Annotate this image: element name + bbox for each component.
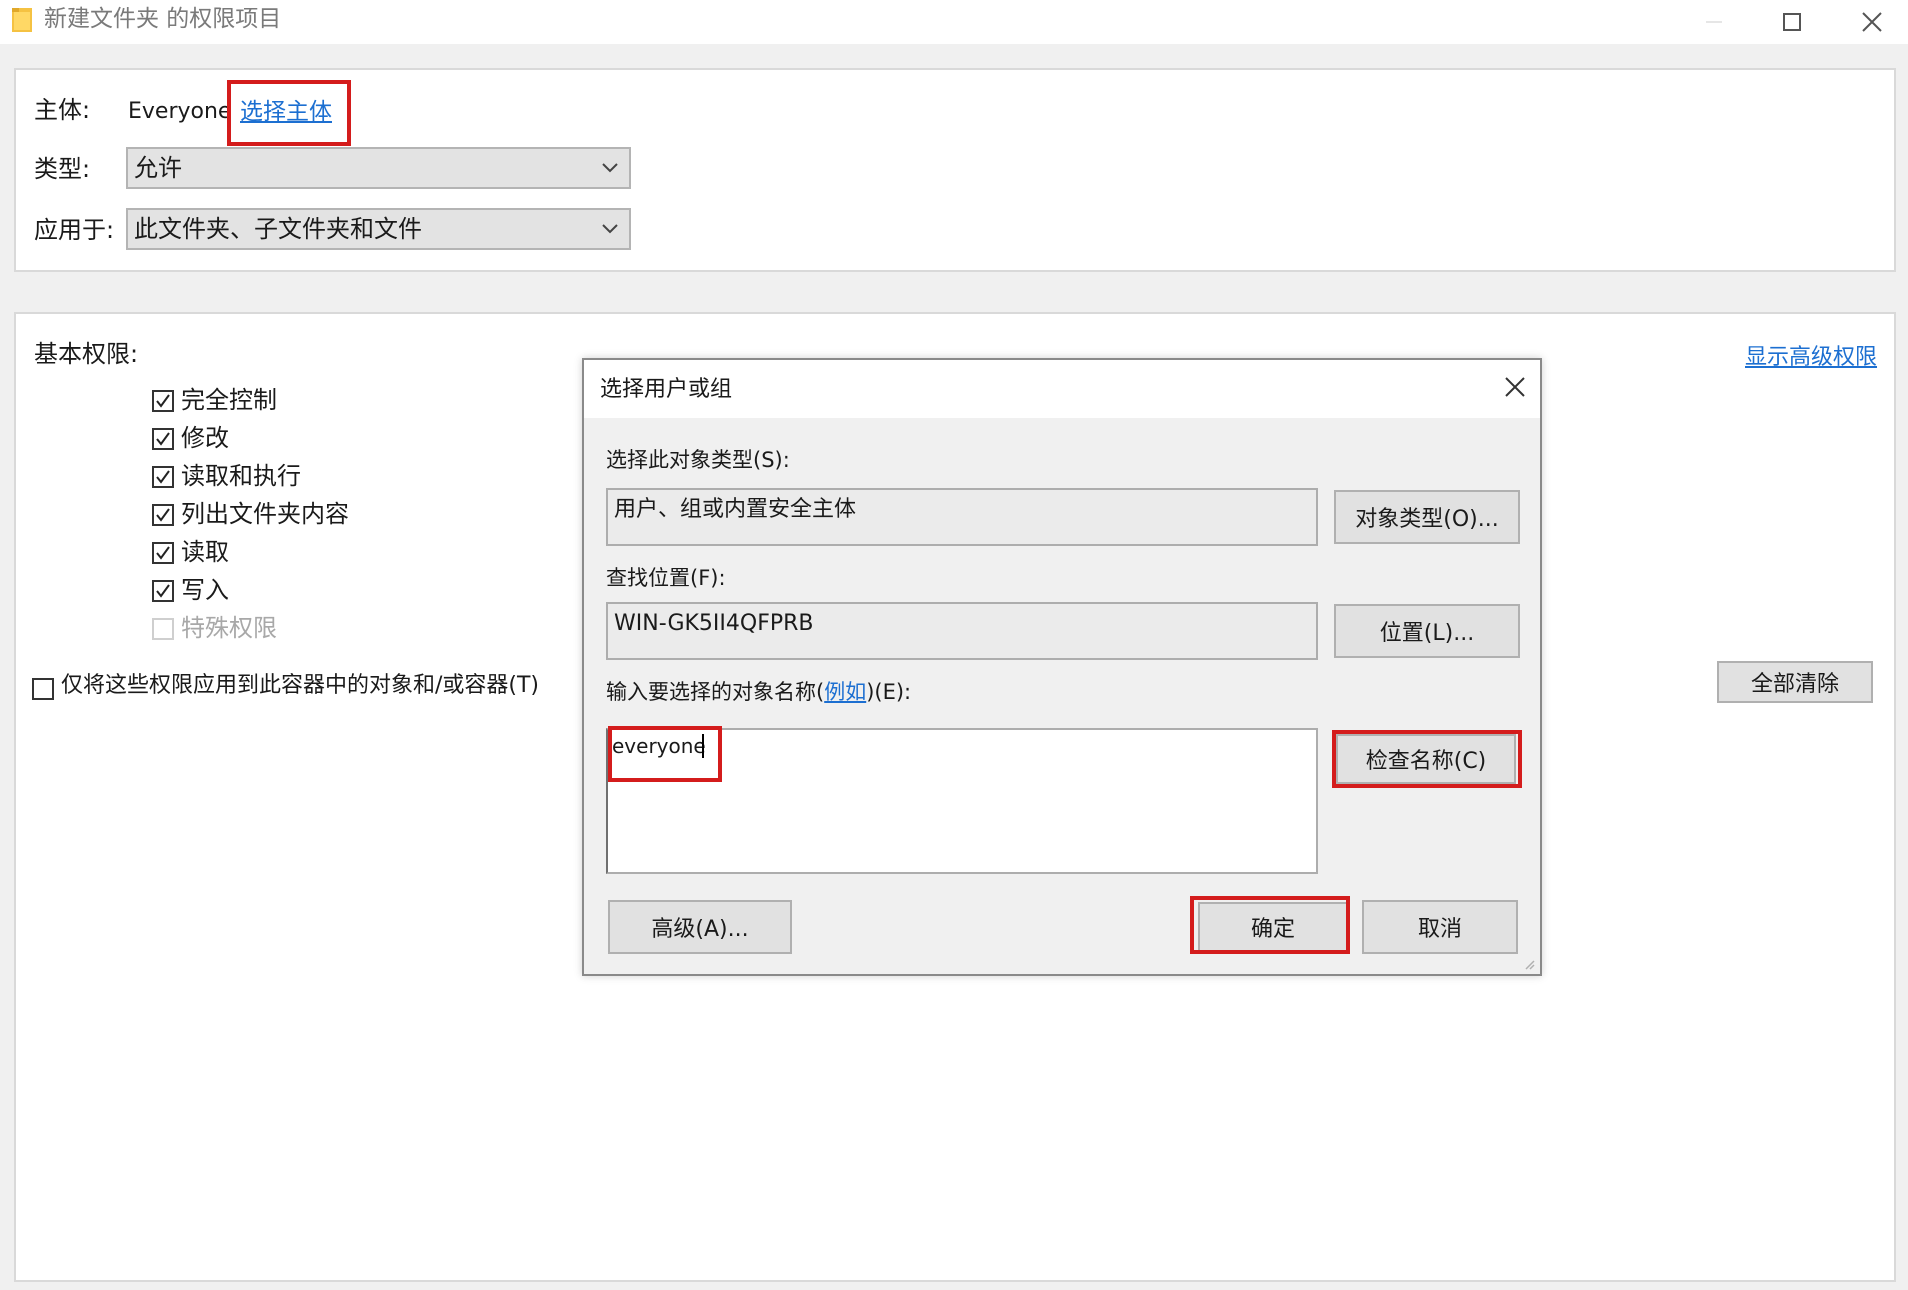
close-button[interactable]	[1832, 0, 1908, 44]
checkbox-special-permissions	[152, 618, 174, 640]
object-names-input[interactable]: everyone	[606, 728, 1318, 874]
object-type-field: 用户、组或内置安全主体	[606, 488, 1318, 546]
resize-grip-icon[interactable]	[1522, 956, 1536, 970]
object-names-value: everyone	[612, 734, 706, 758]
dialog-title: 选择用户或组	[600, 377, 733, 402]
chevron-down-icon	[602, 224, 618, 234]
window-title: 新建文件夹 的权限项目	[44, 6, 282, 32]
select-users-dialog: 选择用户或组 选择此对象类型(S): 用户、组或内置安全主体 对象类型(O)..…	[582, 358, 1542, 976]
type-label: 类型:	[34, 155, 91, 183]
checkbox-list-folder[interactable]	[152, 504, 174, 526]
apply-only-label: 仅将这些权限应用到此容器中的对象和/或容器(T)	[61, 673, 540, 698]
permission-label: 特殊权限	[181, 614, 277, 642]
ok-button[interactable]: 确定	[1198, 902, 1348, 952]
close-icon	[1505, 377, 1525, 397]
text-cursor	[702, 734, 704, 758]
object-type-value: 用户、组或内置安全主体	[614, 497, 857, 522]
object-types-button[interactable]: 对象类型(O)...	[1334, 490, 1520, 544]
clear-all-button[interactable]: 全部清除	[1717, 661, 1873, 703]
permission-label: 读取	[181, 538, 229, 566]
dialog-close-button[interactable]	[1502, 374, 1530, 402]
minimize-button[interactable]	[1674, 0, 1754, 44]
applies-to-label: 应用于:	[34, 216, 115, 244]
object-names-label-suffix: )(E):	[866, 680, 912, 704]
location-label: 查找位置(F):	[606, 566, 726, 590]
check-names-button[interactable]: 检查名称(C)	[1336, 734, 1516, 784]
permission-label: 列出文件夹内容	[181, 500, 349, 528]
maximize-button[interactable]	[1752, 0, 1832, 44]
type-select[interactable]: 允许	[126, 147, 631, 189]
checkbox-modify[interactable]	[152, 428, 174, 450]
principal-value: Everyone	[128, 99, 232, 124]
folder-icon	[12, 6, 32, 32]
advanced-button[interactable]: 高级(A)...	[608, 900, 792, 954]
checkbox-full-control[interactable]	[152, 390, 174, 412]
principal-label: 主体:	[34, 96, 91, 124]
checkbox-read[interactable]	[152, 542, 174, 564]
permission-label: 读取和执行	[181, 462, 301, 490]
show-advanced-permissions-link[interactable]: 显示高级权限	[1745, 342, 1877, 374]
select-principal-link[interactable]: 选择主体	[240, 96, 332, 128]
location-value: WIN-GK5II4QFPRB	[614, 611, 814, 636]
applies-to-select[interactable]: 此文件夹、子文件夹和文件	[126, 208, 631, 250]
permission-label: 写入	[181, 576, 229, 604]
object-names-label-prefix: 输入要选择的对象名称(	[606, 680, 825, 704]
permission-label: 修改	[181, 424, 229, 452]
cancel-button[interactable]: 取消	[1362, 900, 1518, 954]
checkbox-write[interactable]	[152, 580, 174, 602]
maximize-icon	[1783, 13, 1801, 31]
applies-to-select-value: 此文件夹、子文件夹和文件	[134, 215, 422, 243]
type-select-value: 允许	[134, 154, 182, 182]
object-names-label: 输入要选择的对象名称(例如)(E):	[606, 676, 911, 708]
chevron-down-icon	[602, 163, 618, 173]
window-title-bar: 新建文件夹 的权限项目	[0, 0, 1908, 44]
minimize-icon	[1706, 21, 1722, 23]
permission-label: 完全控制	[181, 386, 277, 414]
checkbox-apply-only-container[interactable]	[32, 678, 54, 700]
locations-button[interactable]: 位置(L)...	[1334, 604, 1520, 658]
location-field: WIN-GK5II4QFPRB	[606, 602, 1318, 660]
checkbox-read-execute[interactable]	[152, 466, 174, 488]
basic-permissions-heading: 基本权限:	[34, 340, 139, 368]
close-icon	[1862, 12, 1882, 32]
object-type-label: 选择此对象类型(S):	[606, 448, 790, 472]
examples-link[interactable]: 例如	[824, 680, 866, 704]
